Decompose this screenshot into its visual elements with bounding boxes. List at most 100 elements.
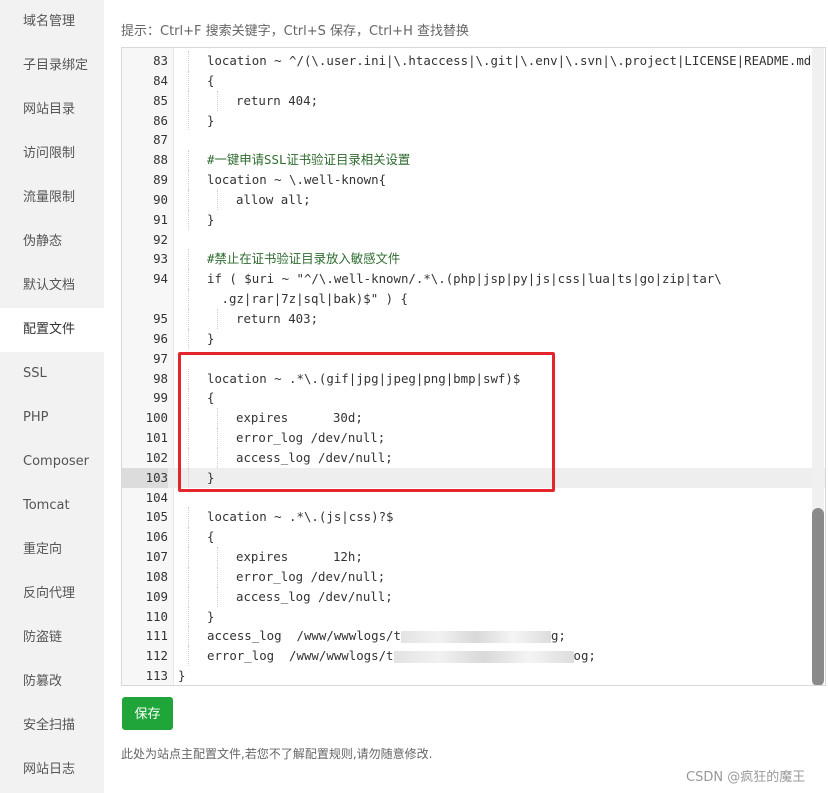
line-number: 94 [153,271,168,287]
sidebar-item[interactable]: 网站目录 [0,88,104,132]
line-number: 95 [153,310,168,326]
indent-guide [188,328,189,349]
line-number: 98 [153,370,168,386]
code-text-wrap: access_log /www/wwwlogs/t g; [207,626,566,646]
line-number: 86 [153,112,168,128]
code-text: } [207,211,215,227]
indent-guide [188,566,189,587]
code-line[interactable]: 85 return 404; [122,90,825,111]
indent-guide [188,209,189,230]
sidebar-item[interactable]: 网站日志 [0,748,104,792]
code-text: access_log /www/wwwlogs/t [207,628,401,644]
code-line[interactable]: 86} [122,110,825,131]
line-number: 104 [145,489,168,505]
code-text: { [207,529,215,545]
save-button[interactable]: 保存 [122,697,173,730]
line-number: 96 [153,330,168,346]
code-line[interactable]: 90 allow all; [122,189,825,210]
indent-guide [188,289,189,309]
code-text: } [207,608,215,624]
code-line[interactable]: 108 error_log /dev/null; [122,566,825,587]
code-line[interactable]: .gz|rar|7z|sql|bak)$" ) { [122,289,825,309]
code-text: error_log /dev/null; [236,568,386,584]
line-number: 83 [153,53,168,68]
code-line[interactable]: 113} [122,666,825,685]
line-number: 88 [153,152,168,168]
code-text-tail: og; [573,648,596,664]
line-number: 101 [145,430,168,446]
sidebar-item[interactable]: 防盗链 [0,616,104,660]
code-line[interactable]: 84 { [122,70,825,91]
indent-guide [188,249,189,270]
code-text: error_log /www/wwwlogs/t [207,648,394,664]
code-text: location ~ \.well-known{ [207,172,387,188]
sidebar-item[interactable]: 子目录绑定 [0,44,104,88]
sidebar-item[interactable]: 默认文档 [0,264,104,308]
redacted-path [393,650,574,663]
code-line[interactable]: 107 expires 12h; [122,547,825,567]
highlight-box [178,352,555,492]
code-text: location ~ ^/(\.user.ini|\.htaccess|\.gi… [207,53,819,68]
indent-guide [188,547,189,567]
scrollbar-thumb[interactable] [812,508,824,685]
sidebar-item[interactable]: 伪静态 [0,220,104,264]
code-text: allow all; [236,191,311,207]
line-number: 108 [145,568,168,584]
code-line[interactable]: 89 location ~ \.well-known{ [122,170,825,190]
indent-guide [217,547,218,567]
code-line[interactable]: 87 [122,130,825,150]
code-line[interactable]: 110} [122,606,825,627]
indent-guide [188,51,189,71]
sidebar-item[interactable]: 安全扫描 [0,704,104,748]
indent-guide [188,606,189,627]
code-text-tail: g; [550,628,566,644]
line-number: 85 [153,92,168,108]
sidebar-item[interactable]: 重定向 [0,528,104,572]
code-line[interactable]: 93 #禁止在证书验证目录放入敏感文件 [122,249,825,270]
code-line[interactable]: 92 [122,230,825,250]
indent-guide [217,566,218,587]
code-line[interactable]: 106 { [122,527,825,548]
sidebar-item[interactable]: PHP [0,396,104,440]
sidebar-item[interactable]: SSL [0,352,104,396]
code-text: access_log /dev/null; [236,588,393,604]
sidebar-item[interactable]: Composer [0,440,104,484]
indent-guide [188,90,189,111]
code-line[interactable]: 88 #一键申请SSL证书验证目录相关设置 [122,150,825,171]
indent-guide [188,527,189,548]
code-line[interactable]: 95 return 403; [122,308,825,329]
line-number: 112 [145,648,168,664]
code-line[interactable]: 91} [122,209,825,230]
code-text: #一键申请SSL证书验证目录相关设置 [207,152,411,168]
sidebar-item[interactable]: Tomcat [0,484,104,528]
line-number: 90 [153,191,168,207]
line-number: 87 [153,132,168,148]
code-line[interactable]: 94 if ( $uri ~ "^/\.well-known/.*\.(php|j… [122,269,825,290]
code-line[interactable]: 111 access_log /www/wwwlogs/t g; [122,626,825,647]
code-line[interactable]: 83 location ~ ^/(\.user.ini|\.htaccess|\.… [122,51,825,71]
line-number: 109 [145,588,168,604]
sidebar-item[interactable]: 防篡改 [0,660,104,704]
line-number: 102 [145,449,168,465]
code-line[interactable]: 105 location ~ .*\.(js|css)?$ [122,507,825,528]
sidebar-item[interactable]: 访问限制 [0,132,104,176]
indent-guide [188,646,189,667]
line-number: 105 [145,509,168,525]
line-number: 99 [153,390,168,406]
code-text: expires 12h; [236,549,363,565]
sidebar-item[interactable]: 反向代理 [0,572,104,616]
code-line[interactable]: 96} [122,328,825,349]
sidebar-item[interactable]: 流量限制 [0,176,104,220]
sidebar-item[interactable]: 配置文件 [0,308,104,352]
indent-guide [188,269,189,290]
sidebar-item[interactable]: 域名管理 [0,0,104,44]
code-text: } [207,112,215,128]
line-number: 84 [153,72,168,88]
indent-guide [188,150,189,171]
indent-guide [188,308,189,329]
code-line[interactable]: 109 access_log /dev/null; [122,586,825,607]
indent-guide [188,110,189,131]
code-text: } [178,668,186,684]
vertical-scrollbar[interactable] [812,48,824,685]
code-line[interactable]: 112 error_log /www/wwwlogs/t og; [122,646,825,667]
